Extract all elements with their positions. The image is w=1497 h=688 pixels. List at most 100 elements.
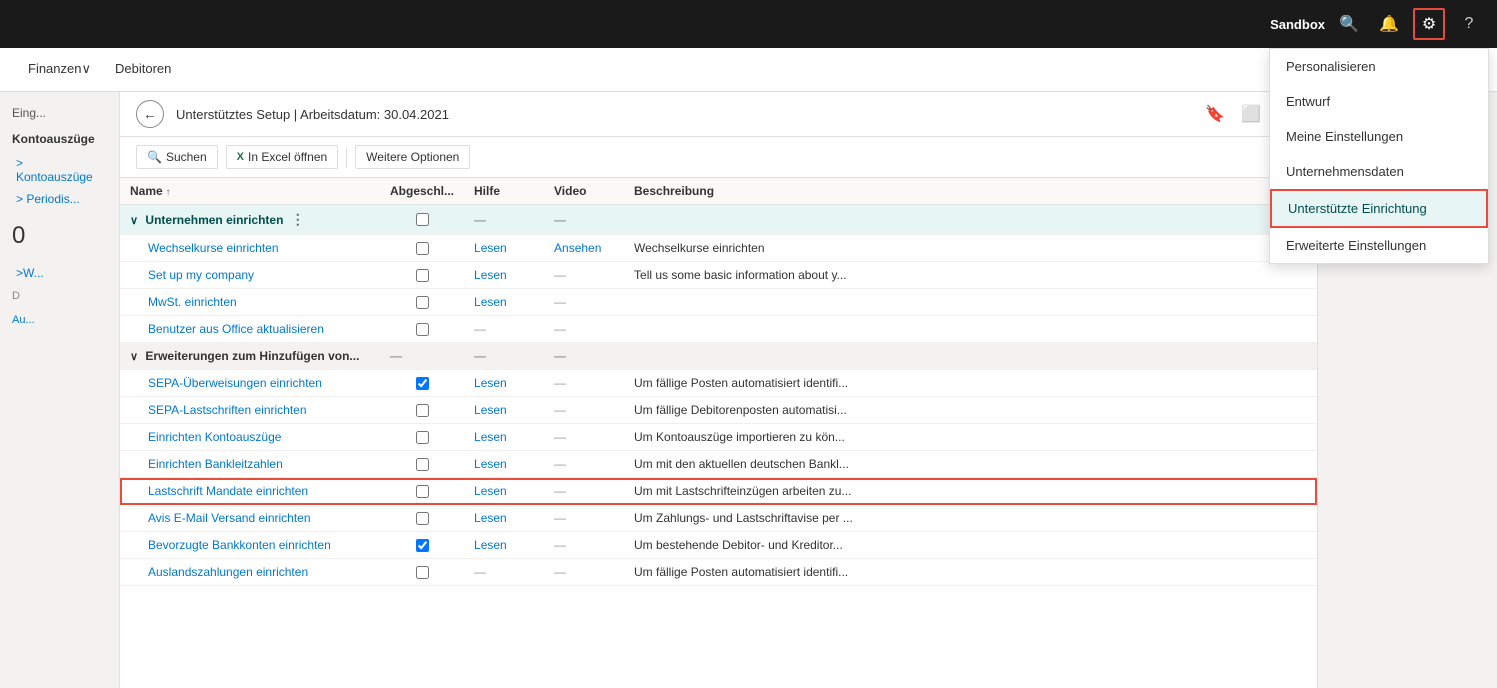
- sidebar-w[interactable]: >W...: [0, 262, 119, 284]
- row-hilfe-cell: Lesen: [464, 370, 544, 397]
- row-name-cell: Einrichten Bankleitzahlen: [120, 451, 380, 478]
- hilfe-link[interactable]: Lesen: [474, 241, 507, 255]
- hilfe-link[interactable]: Lesen: [474, 268, 507, 282]
- row-checkbox[interactable]: [416, 539, 429, 552]
- hilfe-link[interactable]: Lesen: [474, 403, 507, 417]
- table-row: MwSt. einrichten Lesen —: [120, 289, 1317, 316]
- dropdown-unternehmensdaten[interactable]: Unternehmensdaten: [1270, 154, 1488, 189]
- nav-finanzen[interactable]: Finanzen ∨: [16, 48, 103, 92]
- hilfe-link[interactable]: Lesen: [474, 457, 507, 471]
- question-icon[interactable]: ?: [1453, 8, 1485, 40]
- share-icon[interactable]: ⬜: [1237, 100, 1265, 128]
- row-name-link[interactable]: Einrichten Kontoauszüge: [148, 430, 281, 444]
- gear-icon[interactable]: ⚙: [1413, 8, 1445, 40]
- search-icon[interactable]: 🔍: [1333, 8, 1365, 40]
- row-name-link[interactable]: MwSt. einrichten: [148, 295, 237, 309]
- row-desc-cell: Tell us some basic information about y..…: [624, 262, 1317, 289]
- panel-title: Unterstütztes Setup | Arbeitsdatum: 30.0…: [176, 107, 449, 122]
- sidebar-au[interactable]: Au...: [0, 308, 119, 332]
- bookmark-icon[interactable]: 🔖: [1201, 100, 1229, 128]
- back-arrow-icon: ←: [143, 106, 157, 122]
- row-desc-cell: Um fällige Debitorenposten automatisi...: [624, 397, 1317, 424]
- row-checkbox[interactable]: [416, 431, 429, 444]
- video-link[interactable]: Ansehen: [554, 241, 601, 255]
- hilfe-link[interactable]: Lesen: [474, 430, 507, 444]
- row-desc-cell: [624, 316, 1317, 343]
- row-video-cell: —: [544, 424, 624, 451]
- row-name-link[interactable]: Benutzer aus Office aktualisieren: [148, 322, 324, 336]
- row-desc-cell: Um bestehende Debitor- und Kreditor...: [624, 532, 1317, 559]
- sidebar: Eing... Kontoauszüge > Kontoauszüge > Pe…: [0, 92, 120, 688]
- table-row: Auslandszahlungen einrichten — — Um fäll…: [120, 559, 1317, 586]
- row-checkbox[interactable]: [416, 512, 429, 525]
- col-header-name: Name: [120, 178, 380, 205]
- row-video-cell: Ansehen: [544, 235, 624, 262]
- group-video-cell-2: —: [544, 343, 624, 370]
- excel-button[interactable]: X In Excel öffnen: [226, 145, 339, 169]
- row-checkbox[interactable]: [416, 404, 429, 417]
- row-desc-cell: [624, 289, 1317, 316]
- row-check-cell: [380, 478, 464, 505]
- row-name-link[interactable]: SEPA-Lastschriften einrichten: [148, 403, 307, 417]
- row-checkbox[interactable]: [416, 485, 429, 498]
- hilfe-link[interactable]: Lesen: [474, 484, 507, 498]
- group-header-cell: ∨ Unternehmen einrichten ⋮: [120, 205, 380, 235]
- dropdown-meine-einstellungen[interactable]: Meine Einstellungen: [1270, 119, 1488, 154]
- sidebar-count: 0: [0, 210, 119, 262]
- group-header-row-2: ∨ Erweiterungen zum Hinzufügen von... — …: [120, 343, 1317, 370]
- row-name-link[interactable]: Bevorzugte Bankkonten einrichten: [148, 538, 331, 552]
- table-row-highlighted: Lastschrift Mandate einrichten Lesen — U…: [120, 478, 1317, 505]
- group-checkbox[interactable]: [416, 213, 429, 226]
- hilfe-link[interactable]: Lesen: [474, 511, 507, 525]
- table-row: Einrichten Bankleitzahlen Lesen — Um mit…: [120, 451, 1317, 478]
- more-options-button[interactable]: Weitere Optionen: [355, 145, 470, 169]
- group-menu-icon[interactable]: ⋮: [287, 211, 309, 227]
- dropdown-entwurf[interactable]: Entwurf: [1270, 84, 1488, 119]
- dropdown-personalisieren[interactable]: Personalisieren: [1270, 49, 1488, 84]
- row-check-cell: [380, 559, 464, 586]
- row-video-cell: —: [544, 532, 624, 559]
- table-row: SEPA-Überweisungen einrichten Lesen — Um…: [120, 370, 1317, 397]
- sidebar-group: Kontoauszüge: [0, 126, 119, 152]
- row-hilfe-cell: Lesen: [464, 451, 544, 478]
- search-icon: 🔍: [147, 150, 162, 164]
- sidebar-kontoa[interactable]: > Kontoauszüge: [0, 152, 119, 188]
- row-name-cell: Set up my company: [120, 262, 380, 289]
- hilfe-link[interactable]: Lesen: [474, 295, 507, 309]
- row-desc-cell: Um Kontoauszüge importieren zu kön...: [624, 424, 1317, 451]
- toolbar: 🔍 Suchen X In Excel öffnen Weitere Optio…: [120, 137, 1317, 178]
- back-button[interactable]: ←: [136, 100, 164, 128]
- bell-icon[interactable]: 🔔: [1373, 8, 1405, 40]
- hilfe-link[interactable]: Lesen: [474, 538, 507, 552]
- nav-debitoren[interactable]: Debitoren: [103, 48, 183, 92]
- row-name-link[interactable]: Auslandszahlungen einrichten: [148, 565, 308, 579]
- sidebar-periodis[interactable]: > Periodis...: [0, 188, 119, 210]
- row-checkbox[interactable]: [416, 377, 429, 390]
- row-checkbox[interactable]: [416, 242, 429, 255]
- row-check-cell: [380, 451, 464, 478]
- dropdown-unterstuetzte-einrichtung[interactable]: Unterstützte Einrichtung: [1270, 189, 1488, 228]
- hilfe-link[interactable]: Lesen: [474, 376, 507, 390]
- row-name-link[interactable]: SEPA-Überweisungen einrichten: [148, 376, 322, 390]
- row-checkbox[interactable]: [416, 269, 429, 282]
- row-name-cell: Lastschrift Mandate einrichten: [120, 478, 380, 505]
- settings-dropdown: Personalisieren Entwurf Meine Einstellun…: [1269, 48, 1489, 264]
- row-video-cell: —: [544, 397, 624, 424]
- row-name-link[interactable]: Set up my company: [148, 268, 254, 282]
- row-hilfe-cell: Lesen: [464, 424, 544, 451]
- row-checkbox[interactable]: [416, 566, 429, 579]
- row-checkbox[interactable]: [416, 323, 429, 336]
- row-name-cell: Bevorzugte Bankkonten einrichten: [120, 532, 380, 559]
- chevron-down-icon[interactable]: ∨: [130, 351, 138, 363]
- row-name-link[interactable]: Avis E-Mail Versand einrichten: [148, 511, 311, 525]
- dropdown-erweiterte-einstellungen[interactable]: Erweiterte Einstellungen: [1270, 228, 1488, 263]
- row-checkbox[interactable]: [416, 296, 429, 309]
- chevron-down-icon[interactable]: ∨: [130, 215, 138, 227]
- col-header-abgeschl: Abgeschl...: [380, 178, 464, 205]
- sidebar-eingang[interactable]: Eing...: [0, 100, 119, 126]
- row-checkbox[interactable]: [416, 458, 429, 471]
- row-name-link[interactable]: Lastschrift Mandate einrichten: [148, 484, 308, 498]
- search-button[interactable]: 🔍 Suchen: [136, 145, 218, 169]
- row-name-link[interactable]: Einrichten Bankleitzahlen: [148, 457, 283, 471]
- row-name-link[interactable]: Wechselkurse einrichten: [148, 241, 279, 255]
